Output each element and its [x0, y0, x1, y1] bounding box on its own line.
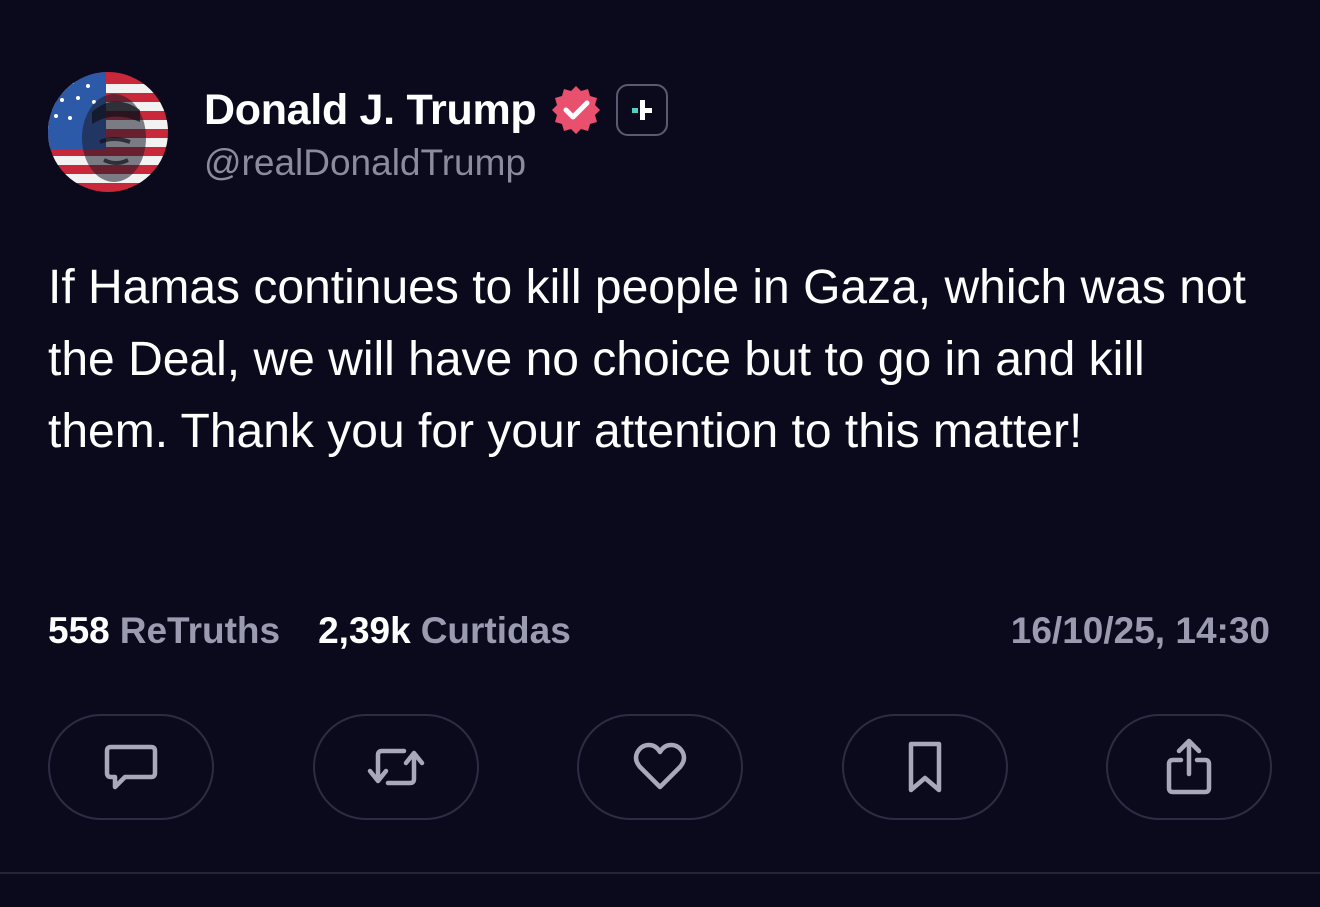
retruths-label: ReTruths: [119, 610, 281, 651]
post-stats: 558 ReTruths 2,39k Curtidas 16/10/25, 14…: [48, 606, 1270, 656]
post-header: Donald J. Trump @realDonaldTrump: [48, 72, 669, 192]
share-icon: [1166, 738, 1212, 795]
retruth-button[interactable]: [312, 714, 479, 820]
heart-icon: [633, 742, 687, 790]
action-bar: [48, 714, 1272, 820]
bookmark-icon: [908, 741, 941, 793]
likes-stat[interactable]: 2,39k Curtidas: [318, 610, 571, 652]
post-text: If Hamas continues to kill people in Gaz…: [48, 261, 1246, 458]
likes-count: 2,39k: [318, 610, 411, 651]
comment-icon: [104, 744, 158, 790]
divider: [0, 872, 1320, 874]
handle[interactable]: @realDonaldTrump: [204, 142, 668, 184]
name-row: Donald J. Trump: [204, 80, 669, 140]
plus-badge-icon[interactable]: [616, 84, 669, 136]
timestamp: 16/10/25, 14:30: [1010, 610, 1270, 651]
avatar-image: [48, 72, 168, 192]
likes-label: Curtidas: [420, 610, 571, 651]
display-name[interactable]: Donald J. Trump: [204, 86, 537, 135]
retruths-stat[interactable]: 558 ReTruths: [48, 610, 280, 652]
retruths-count: 558: [48, 610, 110, 651]
repost-icon: [367, 748, 424, 786]
avatar[interactable]: [48, 72, 168, 192]
bookmark-button[interactable]: [841, 714, 1008, 820]
share-button[interactable]: [1106, 714, 1272, 820]
author-info: Donald J. Trump @realDonaldTrump: [204, 80, 669, 184]
like-button[interactable]: [577, 714, 743, 820]
reply-button[interactable]: [48, 714, 214, 820]
verified-badge-icon: [548, 82, 604, 138]
